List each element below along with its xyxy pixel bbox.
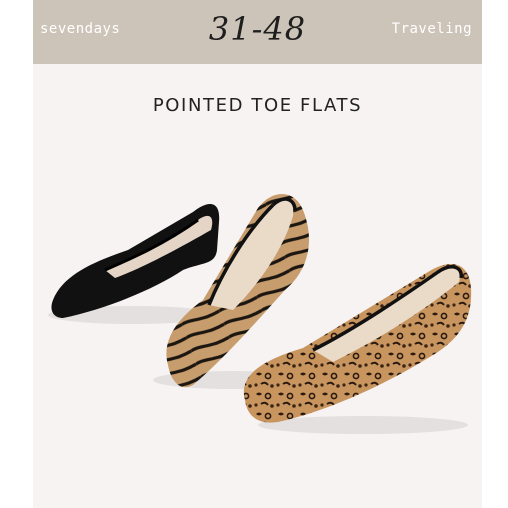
product-title: POINTED TOE FLATS bbox=[152, 95, 363, 116]
header-banner: sevendays 31-48 Traveling bbox=[33, 0, 482, 64]
product-image-panel: sevendays 31-48 Traveling POINTED TOE FL… bbox=[33, 0, 482, 508]
tagline-label: Traveling bbox=[391, 21, 472, 37]
page: sevendays 31-48 Traveling POINTED TOE FL… bbox=[0, 0, 508, 508]
shoes-illustration bbox=[48, 193, 472, 434]
shoe-black-knit bbox=[48, 203, 220, 324]
